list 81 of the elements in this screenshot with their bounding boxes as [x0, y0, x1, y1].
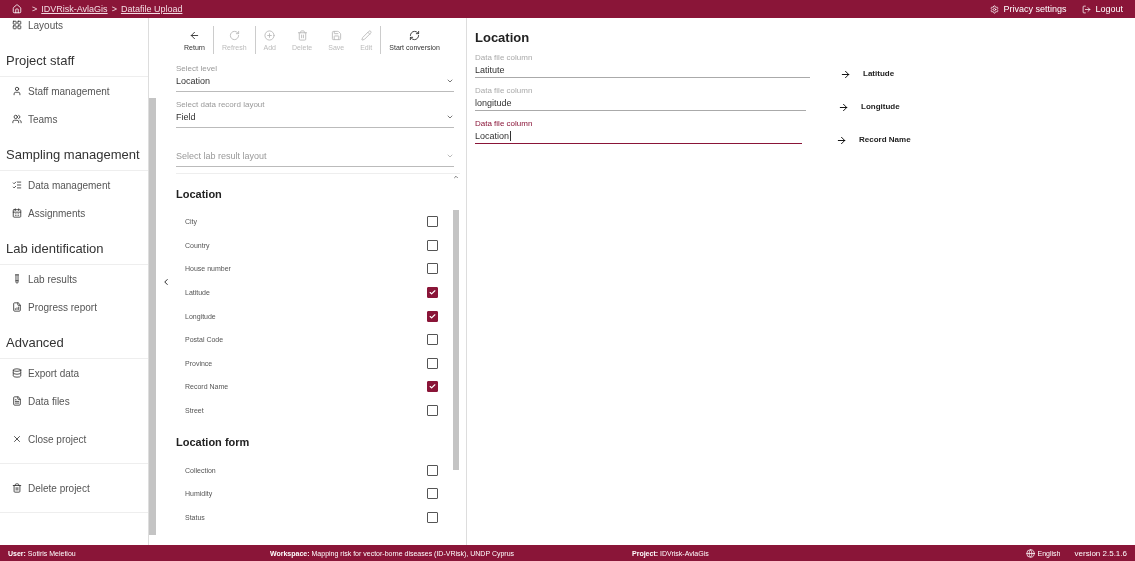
column-field[interactable]: Data file column Location — [475, 119, 802, 144]
people-icon — [12, 114, 22, 124]
add-icon — [264, 29, 276, 41]
section-title: Location — [475, 30, 531, 45]
checkbox[interactable] — [427, 216, 438, 228]
scroll-up-icon[interactable] — [453, 174, 459, 180]
select-field[interactable]: Select data record layout Field — [176, 100, 454, 128]
list-icon — [12, 180, 22, 190]
checkbox[interactable] — [427, 287, 438, 299]
dropdown-icon — [446, 113, 454, 121]
arrow-icon — [838, 102, 849, 113]
sidebar-item[interactable]: Teams — [0, 105, 148, 133]
sidebar-item[interactable]: Data management — [0, 171, 148, 199]
checkbox[interactable] — [427, 511, 438, 523]
breadcrumb-link[interactable]: IDVRisk-AvlaGis — [41, 4, 108, 14]
close-icon — [12, 434, 22, 444]
logout-button[interactable]: Logout — [1070, 4, 1123, 14]
target-field-name: Longitude — [861, 102, 900, 111]
file-icon — [12, 396, 22, 406]
sidebar-section-title: Advanced — [0, 321, 148, 359]
convert-icon — [409, 29, 421, 41]
privacy-settings-button[interactable]: Privacy settings — [978, 4, 1067, 14]
group-title: Location — [176, 187, 223, 202]
logout-icon — [1082, 4, 1092, 14]
home-icon[interactable] — [12, 4, 22, 14]
globe-icon — [1025, 548, 1035, 558]
person-icon — [12, 86, 22, 96]
checkbox[interactable] — [427, 405, 438, 417]
group-title: Location form — [176, 435, 251, 451]
arrow-icon — [840, 69, 851, 80]
select-value: Field — [176, 112, 196, 122]
sidebar-item[interactable]: Progress report — [0, 293, 148, 321]
select-value: Location — [176, 76, 211, 86]
checkbox[interactable] — [427, 263, 438, 275]
dropdown-icon — [446, 152, 454, 160]
database-icon — [12, 368, 22, 378]
trash-icon — [12, 483, 22, 493]
breadcrumb-separator: > — [32, 4, 38, 14]
field-label: Select data record layout — [176, 100, 266, 109]
checkbox[interactable] — [427, 239, 438, 251]
sidebar-section-title: Project staff — [0, 39, 148, 77]
checkbox[interactable] — [427, 310, 438, 322]
target-field-name: Record Name — [859, 135, 911, 144]
checkbox[interactable] — [427, 381, 438, 393]
dropdown-icon — [446, 77, 454, 85]
sidebar-item[interactable]: Staff management — [0, 77, 148, 105]
checkbox[interactable] — [427, 464, 438, 476]
sidebar-item[interactable]: Data files — [0, 387, 148, 415]
chart-icon — [12, 302, 22, 312]
column-field[interactable]: Data file column longitude — [475, 86, 806, 111]
breadcrumb-separator: > — [111, 4, 117, 14]
field-label: Select level — [176, 64, 218, 73]
collapse-icon[interactable] — [161, 276, 171, 287]
trash-icon — [296, 29, 308, 41]
column-field[interactable]: Data file column Latitute — [475, 53, 810, 78]
test-tube-icon — [12, 274, 22, 284]
select-field[interactable]: Select level Location — [176, 64, 454, 92]
select-placeholder: Select lab result layout — [176, 151, 267, 161]
arrow-icon — [836, 135, 847, 146]
checkbox[interactable] — [427, 334, 438, 346]
sidebar-item[interactable]: Delete project — [0, 474, 148, 502]
pencil-icon — [360, 29, 372, 41]
scrollbar[interactable] — [149, 98, 156, 535]
sidebar-item[interactable]: Export data — [0, 359, 148, 387]
sidebar-item[interactable]: Layouts — [0, 18, 148, 39]
sidebar-item[interactable]: Assignments — [0, 199, 148, 227]
target-field-name: Latitude — [863, 69, 895, 78]
refresh-icon — [228, 29, 240, 41]
sidebar-section-title: Sampling management — [0, 133, 148, 171]
calendar-icon — [12, 208, 22, 218]
version-label: version 2.5.1.6 — [1074, 548, 1127, 558]
grid-icon — [12, 20, 22, 30]
sidebar-item[interactable]: Lab results — [0, 265, 148, 293]
sidebar-item[interactable]: Close project — [0, 425, 148, 453]
gear-icon — [990, 4, 1000, 14]
back-arrow-icon — [189, 29, 200, 41]
save-icon — [330, 29, 342, 41]
breadcrumb-link[interactable]: Datafile Upload — [120, 4, 183, 14]
checkbox[interactable] — [427, 357, 438, 369]
checkbox[interactable] — [427, 488, 438, 500]
sidebar-section-title: Lab identification — [0, 227, 148, 265]
